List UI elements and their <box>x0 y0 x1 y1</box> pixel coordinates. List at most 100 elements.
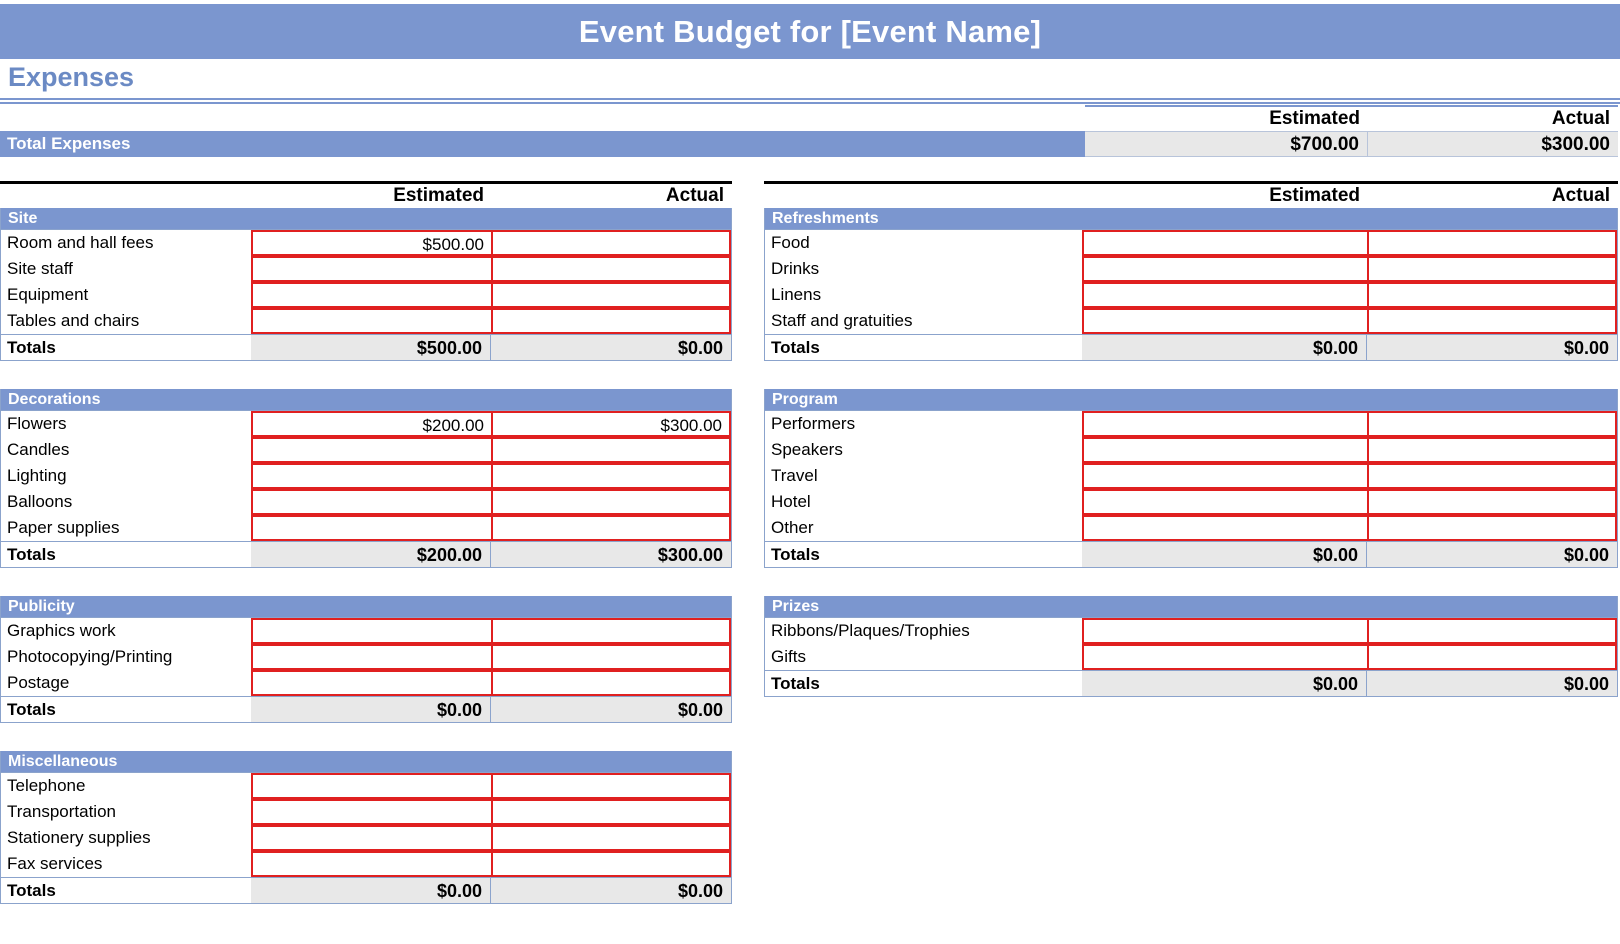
estimated-input-cell[interactable] <box>251 618 491 644</box>
actual-input-cell[interactable] <box>491 799 731 825</box>
category-title: Refreshments <box>765 208 1617 230</box>
actual-input-cell[interactable] <box>1367 308 1617 334</box>
row-label: Stationery supplies <box>1 825 251 851</box>
estimated-input-cell[interactable] <box>1082 411 1367 437</box>
estimated-input-cell[interactable] <box>251 256 491 282</box>
page-title: Event Budget for [Event Name] <box>0 14 1620 50</box>
actual-input-cell[interactable] <box>491 851 731 877</box>
totals-actual-value: $0.00 <box>1367 671 1617 696</box>
actual-input-cell[interactable] <box>1367 411 1617 437</box>
totals-estimated-value: $0.00 <box>1082 542 1367 567</box>
actual-input-cell[interactable] <box>1367 515 1617 541</box>
estimated-input-cell[interactable] <box>251 282 491 308</box>
table-row: Drinks <box>765 256 1617 282</box>
table-row: Gifts <box>765 644 1617 670</box>
actual-input-cell[interactable] <box>491 256 731 282</box>
row-label: Lighting <box>1 463 251 489</box>
estimated-input-cell[interactable] <box>251 773 491 799</box>
row-label: Tables and chairs <box>1 308 251 334</box>
estimated-input-cell[interactable] <box>1082 437 1367 463</box>
totals-label: Totals <box>765 335 1082 360</box>
actual-input-cell[interactable]: $300.00 <box>491 411 731 437</box>
actual-input-cell[interactable] <box>1367 644 1617 670</box>
actual-input-cell[interactable] <box>491 773 731 799</box>
estimated-input-cell[interactable]: $500.00 <box>251 230 491 256</box>
estimated-input-cell[interactable] <box>1082 256 1367 282</box>
totals-actual-value: $0.00 <box>491 335 731 360</box>
estimated-input-cell[interactable] <box>251 670 491 696</box>
estimated-input-cell[interactable] <box>1082 644 1367 670</box>
estimated-input-cell[interactable]: $200.00 <box>251 411 491 437</box>
table-row: Stationery supplies <box>1 825 731 851</box>
row-label: Hotel <box>765 489 1082 515</box>
table-row: Staff and gratuities <box>765 308 1617 334</box>
actual-input-cell[interactable] <box>491 825 731 851</box>
estimated-input-cell[interactable] <box>1082 515 1367 541</box>
actual-input-cell[interactable] <box>491 489 731 515</box>
estimated-input-cell[interactable] <box>251 489 491 515</box>
totals-estimated-value: $0.00 <box>251 878 491 903</box>
actual-input-cell[interactable] <box>1367 230 1617 256</box>
estimated-input-cell[interactable] <box>251 799 491 825</box>
estimated-input-cell[interactable] <box>1082 463 1367 489</box>
totals-label: Totals <box>1 335 251 360</box>
table-row: Ribbons/Plaques/Trophies <box>765 618 1617 644</box>
estimated-input-cell[interactable] <box>1082 489 1367 515</box>
block-spacer <box>0 723 732 751</box>
actual-input-cell[interactable] <box>491 644 731 670</box>
estimated-input-cell[interactable] <box>251 308 491 334</box>
estimated-input-cell[interactable] <box>1082 230 1367 256</box>
actual-input-cell[interactable] <box>1367 489 1617 515</box>
actual-input-cell[interactable] <box>1367 256 1617 282</box>
category-totals-row: Totals$0.00$0.00 <box>765 670 1617 696</box>
totals-label: Totals <box>1 697 251 722</box>
actual-input-cell[interactable] <box>491 230 731 256</box>
block-spacer <box>764 361 1618 389</box>
estimated-input-cell[interactable] <box>1082 308 1367 334</box>
row-label: Paper supplies <box>1 515 251 541</box>
estimated-input-cell[interactable] <box>251 851 491 877</box>
heading-divider-bottom <box>0 102 1620 104</box>
actual-input-cell[interactable] <box>1367 463 1617 489</box>
table-row: Tables and chairs <box>1 308 731 334</box>
heading-divider-top <box>0 98 1620 100</box>
actual-input-cell[interactable] <box>491 670 731 696</box>
table-row: Lighting <box>1 463 731 489</box>
actual-input-cell[interactable] <box>1367 618 1617 644</box>
actual-input-cell[interactable] <box>1367 437 1617 463</box>
table-row: Candles <box>1 437 731 463</box>
table-row: Speakers <box>765 437 1617 463</box>
totals-label: Totals <box>765 542 1082 567</box>
actual-input-cell[interactable] <box>491 308 731 334</box>
estimated-input-cell[interactable] <box>251 437 491 463</box>
category-totals-row: Totals$0.00$0.00 <box>765 334 1617 360</box>
totals-label: Totals <box>765 671 1082 696</box>
estimated-input-cell[interactable] <box>1082 618 1367 644</box>
right-category-column: Estimated Actual RefreshmentsFoodDrinksL… <box>764 181 1618 697</box>
total-expenses-row: Total Expenses $700.00 $300.00 <box>0 131 1618 157</box>
right-header-spacer <box>764 184 1083 208</box>
estimated-input-cell[interactable] <box>251 463 491 489</box>
left-header-spacer <box>0 184 252 208</box>
row-label: Balloons <box>1 489 251 515</box>
right-column-headers: Estimated Actual <box>764 181 1618 208</box>
category-block: ProgramPerformersSpeakersTravelHotelOthe… <box>764 389 1618 568</box>
estimated-input-cell[interactable] <box>1082 282 1367 308</box>
actual-input-cell[interactable] <box>491 618 731 644</box>
category-title: Decorations <box>1 389 731 411</box>
estimated-input-cell[interactable] <box>251 825 491 851</box>
category-title: Miscellaneous <box>1 751 731 773</box>
total-expenses-actual-value: $300.00 <box>1368 131 1618 157</box>
category-rows: Room and hall fees$500.00Site staffEquip… <box>1 230 731 334</box>
category-block: MiscellaneousTelephoneTransportationStat… <box>0 751 732 904</box>
actual-input-cell[interactable] <box>491 437 731 463</box>
category-rows: TelephoneTransportationStationery suppli… <box>1 773 731 877</box>
actual-input-cell[interactable] <box>1367 282 1617 308</box>
actual-input-cell[interactable] <box>491 282 731 308</box>
estimated-input-cell[interactable] <box>251 644 491 670</box>
estimated-input-cell[interactable] <box>251 515 491 541</box>
actual-input-cell[interactable] <box>491 463 731 489</box>
table-row: Telephone <box>1 773 731 799</box>
sheet-title-bar: Event Budget for [Event Name] <box>0 4 1620 59</box>
actual-input-cell[interactable] <box>491 515 731 541</box>
